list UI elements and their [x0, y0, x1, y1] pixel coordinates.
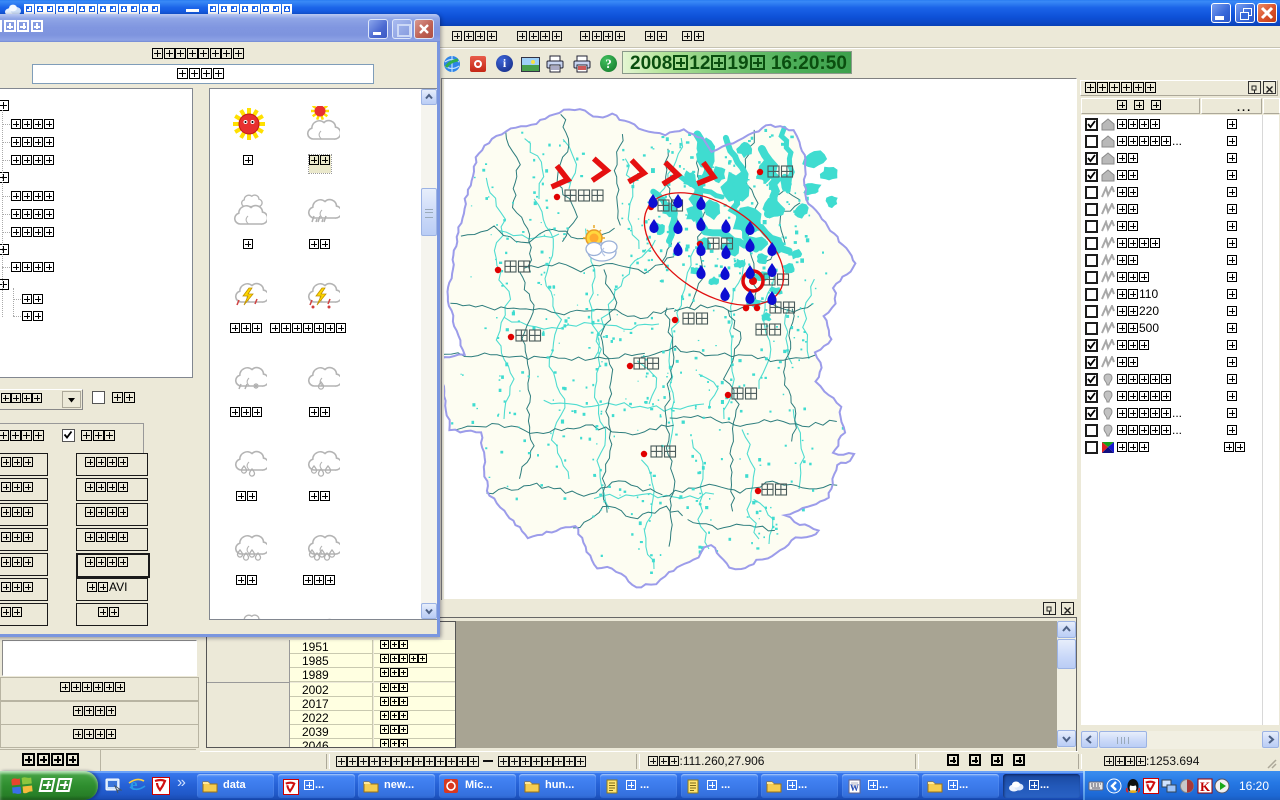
svg-text:W: W: [850, 783, 859, 793]
svg-text:K: K: [1200, 779, 1211, 794]
